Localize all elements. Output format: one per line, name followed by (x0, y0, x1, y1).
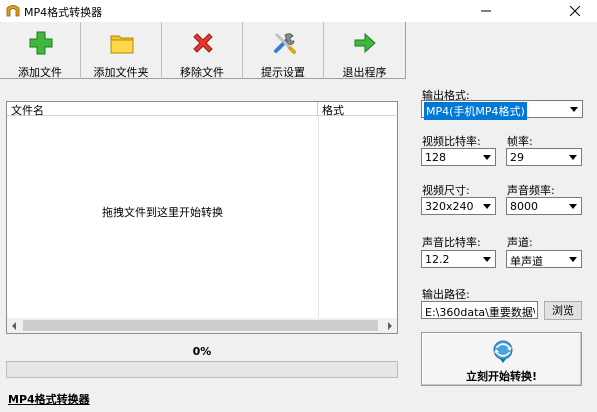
column-divider (318, 116, 319, 319)
video-bitrate-label: 视频比特率: (422, 135, 481, 148)
scroll-left-icon[interactable] (12, 322, 16, 330)
video-size-label: 视频尺寸: (422, 184, 470, 197)
minimize-icon (481, 10, 491, 12)
add-file-button[interactable]: 添加文件 (0, 22, 81, 79)
video-size-value: 320x240 (425, 200, 474, 213)
chevron-down-icon (479, 252, 494, 266)
minimize-button[interactable] (464, 0, 508, 22)
exit-label: 退出程序 (342, 66, 387, 79)
drop-hint: 拖拽文件到这里开始转换 (102, 206, 223, 219)
remove-file-button[interactable]: 移除文件 (162, 22, 243, 79)
chevron-down-icon (479, 199, 494, 213)
audio-frequency-label: 声音频率: (507, 184, 555, 197)
column-header-filename[interactable]: 文件名 (7, 102, 318, 117)
browse-button[interactable]: 浏览 (544, 301, 582, 320)
audio-bitrate-value: 12.2 (425, 253, 450, 266)
frame-rate-label: 帧率: (507, 135, 533, 148)
chevron-down-icon (479, 150, 494, 164)
status-app-name: MP4格式转换器 (8, 393, 90, 406)
frame-rate-select[interactable]: 29 (506, 148, 582, 166)
folder-icon (110, 35, 134, 54)
video-bitrate-select[interactable]: 128 (421, 148, 496, 166)
chevron-down-icon (565, 150, 580, 164)
channel-value: 单声道 (510, 255, 543, 268)
output-format-value: MP4(手机MP4格式) (424, 102, 527, 120)
progress-percent: 0% (192, 345, 212, 358)
prompt-settings-button[interactable]: 提示设置 (243, 22, 324, 79)
exit-button[interactable]: 退出程序 (324, 22, 405, 79)
exit-arrow-icon (354, 32, 376, 54)
audio-frequency-value: 8000 (510, 200, 538, 213)
window-title: MP4格式转换器 (24, 6, 103, 19)
scroll-right-icon[interactable] (388, 322, 392, 330)
channel-label: 声道: (507, 236, 533, 249)
chevron-down-icon (566, 102, 581, 116)
frame-rate-value: 29 (510, 151, 524, 164)
output-path-label: 输出路径: (422, 288, 470, 301)
column-header-format[interactable]: 格式 (318, 102, 397, 117)
output-format-select[interactable]: MP4(手机MP4格式) (421, 100, 583, 120)
column-header-filename-label: 文件名 (11, 104, 44, 117)
channel-select[interactable]: 单声道 (506, 250, 582, 268)
scrollbar-thumb[interactable] (23, 320, 378, 331)
chevron-down-icon (565, 252, 580, 266)
convert-icon (493, 340, 513, 363)
audio-frequency-select[interactable]: 8000 (506, 197, 582, 215)
remove-file-label: 移除文件 (180, 66, 224, 79)
prompt-settings-label: 提示设置 (261, 66, 305, 79)
close-button[interactable] (553, 0, 597, 22)
horizontal-scrollbar[interactable] (7, 318, 397, 333)
output-path-field[interactable]: E:\360data\重要数据\桌 (421, 301, 538, 319)
close-icon (570, 6, 580, 16)
app-logo-icon (6, 5, 20, 17)
video-bitrate-value: 128 (425, 151, 446, 164)
start-convert-label: 立刻开始转换! (465, 370, 538, 383)
remove-x-icon (193, 33, 213, 53)
tools-icon (274, 33, 296, 54)
start-convert-button[interactable]: 立刻开始转换! (421, 332, 582, 386)
chevron-down-icon (565, 199, 580, 213)
progress-bar (6, 361, 398, 378)
add-folder-label: 添加文件夹 (93, 66, 149, 79)
audio-bitrate-label: 声音比特率: (422, 236, 481, 249)
audio-bitrate-select[interactable]: 12.2 (421, 250, 496, 268)
column-header-format-label: 格式 (322, 104, 344, 117)
add-plus-icon (29, 31, 53, 55)
video-size-select[interactable]: 320x240 (421, 197, 496, 215)
add-folder-button[interactable]: 添加文件夹 (81, 22, 162, 79)
add-file-label: 添加文件 (18, 66, 62, 79)
output-path-value: E:\360data\重要数据\桌 (425, 306, 535, 319)
